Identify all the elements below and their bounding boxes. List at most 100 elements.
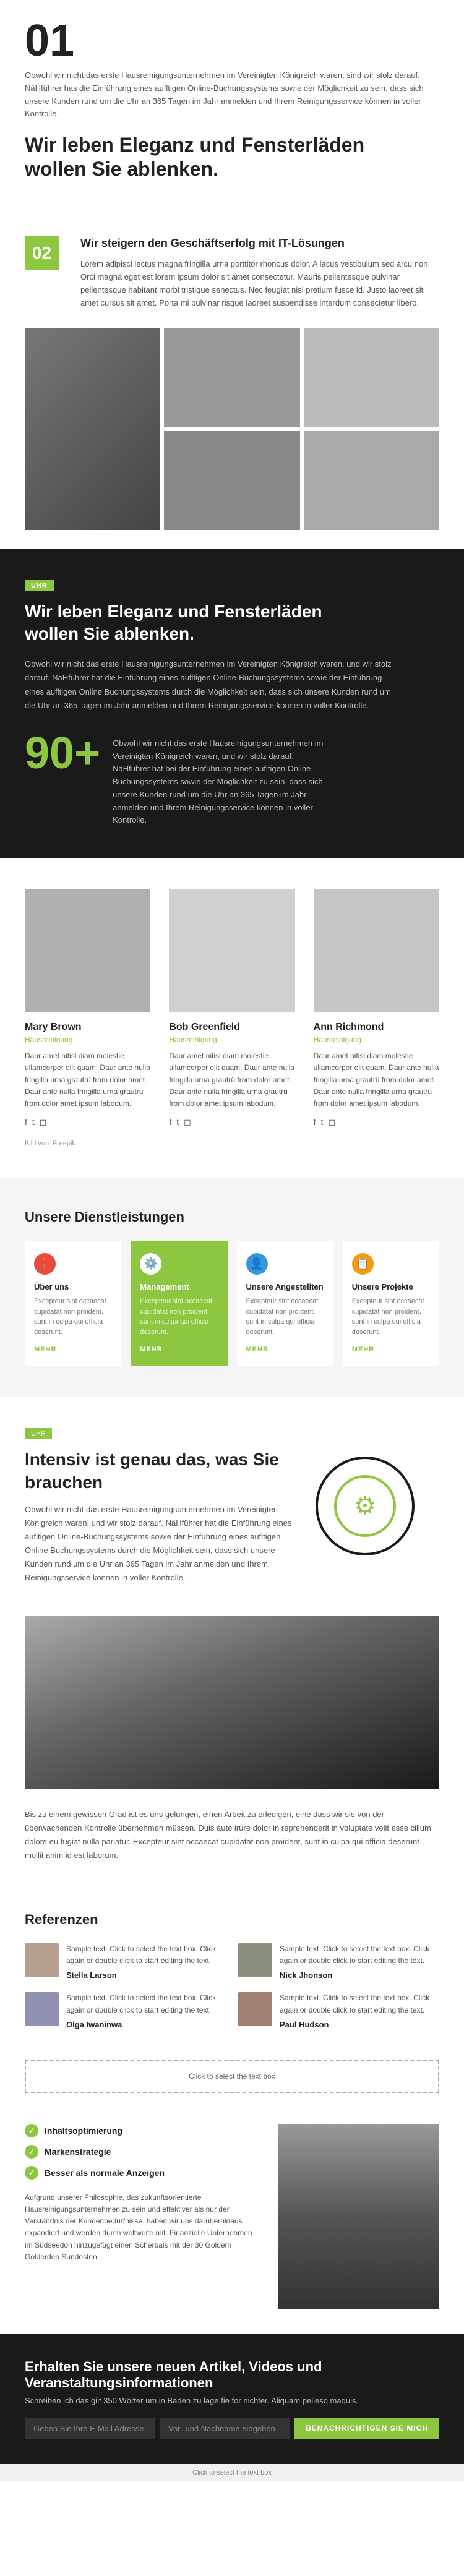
counter-box: 90+ Obwohl wir nicht das erste Hausreini… bbox=[25, 731, 439, 828]
ann-role: Hausreinigung bbox=[314, 1035, 439, 1044]
references-section: Referenzen Sample text. Click to select … bbox=[0, 1887, 464, 2054]
ref-card-4: Sample text. Click to select the text bo… bbox=[238, 1992, 439, 2029]
ref-card-2: Sample text. Click to select the text bo… bbox=[238, 1943, 439, 1980]
services-section: Unsere Dienstleistungen 📍 Über uns Excep… bbox=[0, 1178, 464, 1397]
footer-note-text: Click to select the text box bbox=[192, 2469, 272, 2476]
team-grid: Mary Brown Hausreinigung Daur amet nitis… bbox=[25, 889, 439, 1128]
image-grid bbox=[0, 328, 464, 549]
twitter-icon[interactable]: t bbox=[32, 1117, 35, 1128]
checklist-photo bbox=[278, 2124, 439, 2309]
service-desc-1: Excepteur sint occaecat cupidatat non pr… bbox=[34, 1296, 112, 1337]
facebook-icon[interactable]: f bbox=[25, 1117, 27, 1128]
city-image bbox=[25, 328, 160, 530]
click-select-wrapper[interactable]: Click to select the text box bbox=[0, 2060, 464, 2093]
subscribe-button[interactable]: BENACHRICHTIGEN SIE MICH bbox=[294, 2418, 439, 2439]
service-card-4: 📋 Unsere Projekte Excepteur sint occaeca… bbox=[343, 1241, 439, 1366]
mary-name: Mary Brown bbox=[25, 1022, 150, 1033]
mehr-link-2[interactable]: MEHR bbox=[140, 1346, 162, 1353]
description-section: Bis zu einem gewissen Grad ist es uns ge… bbox=[0, 1795, 464, 1887]
facebook-icon[interactable]: f bbox=[314, 1117, 316, 1128]
checklist-content: ✓ Inhaltsoptimierung ✓ Markenstrategie ✓… bbox=[25, 2124, 260, 2309]
building-image bbox=[304, 431, 439, 530]
ann-name: Ann Richmond bbox=[314, 1022, 439, 1033]
twitter-icon[interactable]: t bbox=[176, 1117, 179, 1128]
mehr-link-4[interactable]: MEHR bbox=[352, 1346, 374, 1353]
business-title: Wir steigern den Geschäftserfolg mit IT-… bbox=[80, 236, 439, 250]
check-icon-1: ✓ bbox=[25, 2124, 38, 2137]
check-icon-2: ✓ bbox=[25, 2145, 38, 2159]
mary-role: Hausreinigung bbox=[25, 1035, 150, 1044]
mehr-link-1[interactable]: MEHR bbox=[34, 1346, 56, 1353]
mehr-link-3[interactable]: MEHR bbox=[246, 1346, 269, 1353]
gear-symbol: ⚙ bbox=[354, 1492, 376, 1520]
click-select-text[interactable]: Click to select the text box bbox=[189, 2072, 275, 2081]
checklist-item-2: ✓ Markenstrategie bbox=[25, 2145, 260, 2159]
ref-content-4: Sample text. Click to select the text bo… bbox=[280, 1992, 439, 2029]
facebook-icon[interactable]: f bbox=[169, 1117, 171, 1128]
newsletter-title: Erhalten Sie unsere neuen Artikel, Video… bbox=[25, 2359, 439, 2391]
checklist-label-2: Markenstrategie bbox=[45, 2147, 111, 2157]
instagram-icon[interactable]: ◻ bbox=[40, 1117, 47, 1128]
twitter-icon[interactable]: t bbox=[321, 1117, 324, 1128]
ref-text-4[interactable]: Sample text. Click to select the text bo… bbox=[280, 1992, 439, 2016]
dark-label: UHR bbox=[25, 580, 54, 591]
ref-content-1: Sample text. Click to select the text bo… bbox=[66, 1943, 226, 1980]
service-title-2: Management bbox=[140, 1282, 218, 1291]
checklist-label-1: Inhaltsoptimierung bbox=[45, 2126, 122, 2136]
business-number-wrapper: 02 bbox=[25, 236, 62, 310]
ref-content-3: Sample text. Click to select the text bo… bbox=[66, 1992, 226, 2029]
service-card-2: ⚙️ Management Excepteur sint occaecat cu… bbox=[131, 1241, 227, 1366]
checklist-section: ✓ Inhaltsoptimierung ✓ Markenstrategie ✓… bbox=[0, 2099, 464, 2334]
freepik-credit: Bild von: Freepik bbox=[25, 1140, 439, 1147]
ann-photo bbox=[314, 889, 439, 1012]
click-select-box[interactable]: Click to select the text box bbox=[25, 2060, 439, 2093]
person3-image bbox=[164, 431, 299, 530]
service-title-1: Über uns bbox=[34, 1282, 112, 1291]
counter-num-text: 90+ bbox=[25, 729, 100, 778]
business-number: 02 bbox=[25, 236, 59, 270]
gear-inner: ⚙ bbox=[334, 1475, 396, 1537]
team-card-1: Mary Brown Hausreinigung Daur amet nitis… bbox=[25, 889, 150, 1128]
instagram-icon[interactable]: ◻ bbox=[184, 1117, 191, 1128]
ann-desc: Daur amet nitisl diam molestie ullamcorp… bbox=[314, 1050, 439, 1110]
person1-image bbox=[164, 328, 299, 427]
dark-text: Obwohl wir nicht das erste Hausreinigung… bbox=[25, 657, 396, 712]
checklist-description: Aufgrund unserer Philosophie, das zukunf… bbox=[25, 2192, 260, 2263]
ann-social: f t ◻ bbox=[314, 1117, 439, 1128]
service-card-1: 📍 Über uns Excepteur sint occaecat cupid… bbox=[25, 1241, 121, 1366]
ref-card-3: Sample text. Click to select the text bo… bbox=[25, 1992, 226, 2029]
service-card-3: 👤 Unsere Angestellten Excepteur sint occ… bbox=[237, 1241, 333, 1366]
references-grid: Sample text. Click to select the text bo… bbox=[25, 1943, 439, 2029]
services-title: Unsere Dienstleistungen bbox=[25, 1209, 439, 1225]
intensive-title: Intensiv ist genau das, was Sie brauchen bbox=[25, 1448, 297, 1494]
mary-social: f t ◻ bbox=[25, 1117, 150, 1128]
ref-text-2[interactable]: Sample text. Click to select the text bo… bbox=[280, 1943, 439, 1967]
stella-name: Stella Larson bbox=[66, 1971, 226, 1980]
ref-content-2: Sample text. Click to select the text bo… bbox=[280, 1943, 439, 1980]
ref-text-3[interactable]: Sample text. Click to select the text bo… bbox=[66, 1992, 226, 2016]
service-desc-3: Excepteur sint occaecat cupidatat non pr… bbox=[246, 1296, 324, 1337]
checklist-list: ✓ Inhaltsoptimierung ✓ Markenstrategie ✓… bbox=[25, 2124, 260, 2180]
location-icon: 📍 bbox=[34, 1253, 56, 1275]
instagram-icon[interactable]: ◻ bbox=[328, 1117, 335, 1128]
person-service-icon: 👤 bbox=[246, 1253, 268, 1275]
service-desc-2: Excepteur sint occaecat cupidatat non pr… bbox=[140, 1296, 218, 1337]
newsletter-form: BENACHRICHTIGEN SIE MICH bbox=[25, 2418, 439, 2439]
hero-number: 01 bbox=[25, 19, 439, 63]
references-title: Referenzen bbox=[25, 1912, 439, 1928]
stella-avatar bbox=[25, 1943, 59, 1977]
bob-social: f t ◻ bbox=[169, 1117, 294, 1128]
hero-section: 01 Obwohl wir nicht das erste Hausreinig… bbox=[0, 0, 464, 218]
service-title-4: Unsere Projekte bbox=[352, 1282, 430, 1291]
email-input[interactable] bbox=[25, 2418, 155, 2439]
team-section: Mary Brown Hausreinigung Daur amet nitis… bbox=[0, 858, 464, 1178]
services-grid: 📍 Über uns Excepteur sint occaecat cupid… bbox=[25, 1241, 439, 1366]
nick-avatar bbox=[238, 1943, 272, 1977]
business-text: Lorem adipisci lectus magna fringilla ur… bbox=[80, 258, 439, 309]
business-content: Wir steigern den Geschäftserfolg mit IT-… bbox=[80, 236, 439, 310]
city-section bbox=[0, 1616, 464, 1795]
bob-name: Bob Greenfield bbox=[169, 1022, 294, 1033]
ref-text-1[interactable]: Sample text. Click to select the text bo… bbox=[66, 1943, 226, 1967]
paul-avatar bbox=[238, 1992, 272, 2026]
name-input[interactable] bbox=[160, 2418, 290, 2439]
